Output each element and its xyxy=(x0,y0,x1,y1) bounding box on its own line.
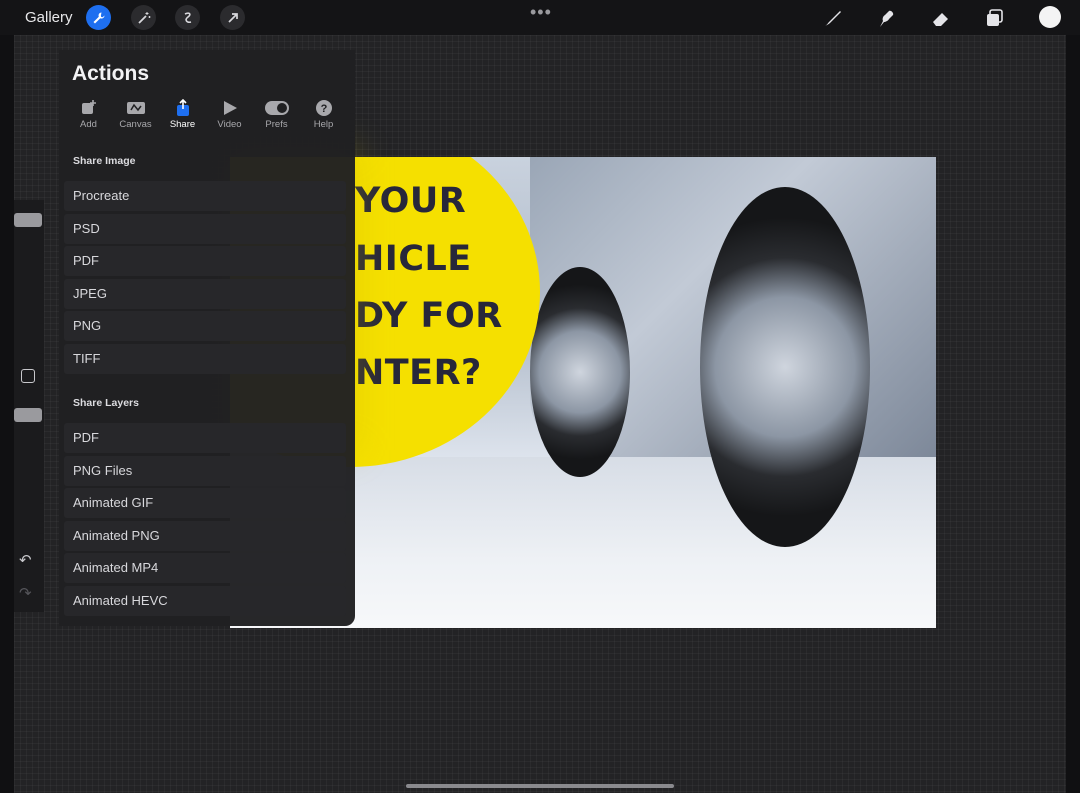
top-toolbar: Gallery ••• xyxy=(0,0,1080,35)
more-menu-icon[interactable]: ••• xyxy=(530,2,552,23)
share-layers-animated-gif[interactable]: Animated GIF xyxy=(64,488,346,518)
share-jpeg[interactable]: JPEG xyxy=(64,279,346,309)
actions-title: Actions xyxy=(72,62,150,85)
share-procreate[interactable]: Procreate xyxy=(64,181,346,211)
video-icon xyxy=(222,98,238,118)
transform-arrow-icon[interactable] xyxy=(220,5,245,30)
tab-prefs-label: Prefs xyxy=(265,119,288,130)
tab-video-label: Video xyxy=(217,119,242,130)
color-picker-swatch[interactable] xyxy=(1039,6,1061,28)
front-wheel xyxy=(700,187,870,547)
help-icon: ? xyxy=(315,98,333,118)
share-layers-heading: Share Layers xyxy=(73,397,139,409)
gallery-button[interactable]: Gallery xyxy=(25,9,73,26)
add-icon xyxy=(81,98,97,118)
tab-help-label: Help xyxy=(313,119,334,130)
tab-add-label: Add xyxy=(80,119,97,130)
tab-share-label: Share xyxy=(169,119,196,130)
svg-text:?: ? xyxy=(320,103,327,115)
tab-video[interactable]: Video xyxy=(206,98,253,134)
selection-icon[interactable] xyxy=(175,5,200,30)
headline-line-1: YOUR xyxy=(355,181,467,221)
share-icon xyxy=(175,98,191,118)
layers-icon[interactable] xyxy=(983,6,1007,30)
share-tiff[interactable]: TIFF xyxy=(64,344,346,374)
actions-tabs: Add Canvas Share Video Prefs ? Help xyxy=(65,98,347,134)
prefs-toggle-icon xyxy=(264,98,289,118)
redo-icon[interactable]: ↷ xyxy=(19,584,32,602)
left-edge xyxy=(0,35,14,793)
tab-share[interactable]: Share xyxy=(159,98,206,134)
tab-canvas-label: Canvas xyxy=(119,119,152,130)
share-layers-animated-png[interactable]: Animated PNG xyxy=(64,521,346,551)
share-image-heading: Share Image xyxy=(73,155,136,167)
right-edge xyxy=(1066,35,1080,793)
magic-wand-icon[interactable] xyxy=(131,5,156,30)
undo-icon[interactable]: ↶ xyxy=(19,551,32,569)
share-png[interactable]: PNG xyxy=(64,311,346,341)
share-layers-animated-hevc[interactable]: Animated HEVC xyxy=(64,586,346,616)
share-psd[interactable]: PSD xyxy=(64,214,346,244)
home-indicator[interactable] xyxy=(406,784,674,788)
modify-button[interactable] xyxy=(21,369,35,383)
headline-line-2: HICLE xyxy=(355,239,472,279)
share-layers-png-files[interactable]: PNG Files xyxy=(64,456,346,486)
eraser-icon[interactable] xyxy=(929,6,953,30)
actions-panel: Actions Add Canvas Share Video Prefs ? H… xyxy=(59,50,355,626)
share-layers-pdf[interactable]: PDF xyxy=(64,423,346,453)
share-pdf[interactable]: PDF xyxy=(64,246,346,276)
rear-wheel xyxy=(530,267,630,477)
opacity-slider-handle[interactable] xyxy=(14,408,42,422)
tab-canvas[interactable]: Canvas xyxy=(112,98,159,134)
brush-size-slider-handle[interactable] xyxy=(14,213,42,227)
tab-prefs[interactable]: Prefs xyxy=(253,98,300,134)
tab-help[interactable]: ? Help xyxy=(300,98,347,134)
tab-add[interactable]: Add xyxy=(65,98,112,134)
smudge-icon[interactable] xyxy=(875,6,899,30)
headline-line-4: NTER? xyxy=(355,353,482,393)
share-layers-animated-mp4[interactable]: Animated MP4 xyxy=(64,553,346,583)
canvas-icon xyxy=(126,98,146,118)
brush-icon[interactable] xyxy=(821,6,845,30)
wrench-icon[interactable] xyxy=(86,5,111,30)
headline-line-3: DY FOR xyxy=(355,296,503,336)
